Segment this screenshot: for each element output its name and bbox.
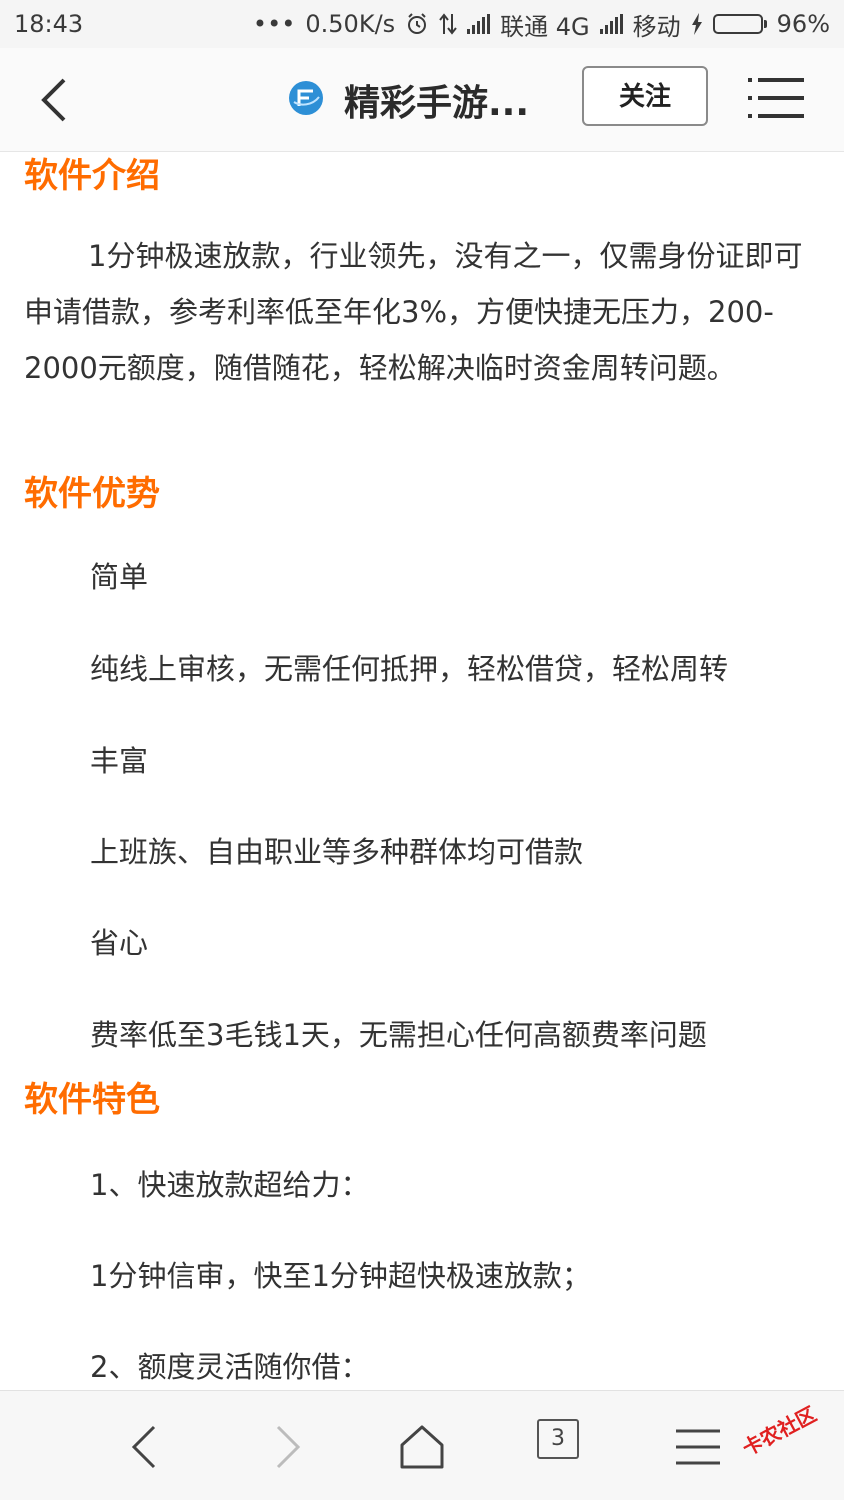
signal-icon [467, 14, 491, 34]
advantage-item: 丰富 [90, 744, 149, 778]
home-icon[interactable] [390, 1415, 454, 1479]
page-title: 精彩手游... [344, 83, 530, 124]
title-bar: 精彩手游... 关注 [0, 48, 844, 152]
section-heading-intro: 软件介绍 [24, 156, 160, 196]
menu-icon[interactable] [748, 74, 804, 122]
advantage-item: 简单 [90, 560, 149, 594]
status-bar: 18:43 ••• 0.50K/s 联通 4G 移动 96% [0, 0, 844, 48]
battery-percent: 96% [776, 10, 830, 38]
advantage-item: 纯线上审核，无需任何抵押，轻松借贷，轻松周转 [90, 652, 729, 686]
tabs-icon[interactable]: 3 [537, 1419, 579, 1459]
advantage-item: 省心 [90, 926, 149, 960]
advantage-item: 上班族、自由职业等多种群体均可借款 [90, 835, 584, 869]
section-heading-features: 软件特色 [24, 1080, 160, 1120]
section-heading-advantage: 软件优势 [24, 474, 160, 514]
data-arrows-icon [439, 13, 457, 35]
back-icon[interactable] [30, 70, 90, 130]
intro-paragraph: 1分钟极速放款，行业领先，没有之一，仅需身份证即可申请借款，参考利率低至年化3%… [24, 239, 803, 385]
feature-item: 1、快速放款超给力： [90, 1168, 370, 1202]
bottom-navigation: 3 [0, 1390, 844, 1500]
back-arrow-icon[interactable] [114, 1415, 178, 1479]
network-speed: 0.50K/s [305, 10, 396, 38]
site-logo-icon [289, 81, 323, 115]
charging-icon [691, 13, 702, 35]
battery-icon [712, 14, 767, 34]
forward-arrow-icon[interactable] [254, 1415, 318, 1479]
carrier-2: 移动 [632, 12, 681, 41]
carrier-1: 联通 4G [500, 12, 590, 41]
advantage-item: 费率低至3毛钱1天，无需担心任何高额费率问题 [90, 1018, 707, 1052]
menu-icon[interactable] [666, 1415, 730, 1479]
alarm-icon [408, 13, 427, 34]
feature-item: 1分钟信审，快至1分钟超快极速放款； [90, 1259, 591, 1293]
feature-item: 2、额度灵活随你借： [90, 1350, 370, 1384]
status-indicators: ••• 0.50K/s 联通 4G 移动 96% [253, 7, 830, 42]
status-dots: ••• [252, 10, 296, 38]
status-time: 18:43 [14, 10, 84, 38]
follow-button[interactable]: 关注 [582, 66, 708, 126]
signal-icon [599, 14, 623, 34]
